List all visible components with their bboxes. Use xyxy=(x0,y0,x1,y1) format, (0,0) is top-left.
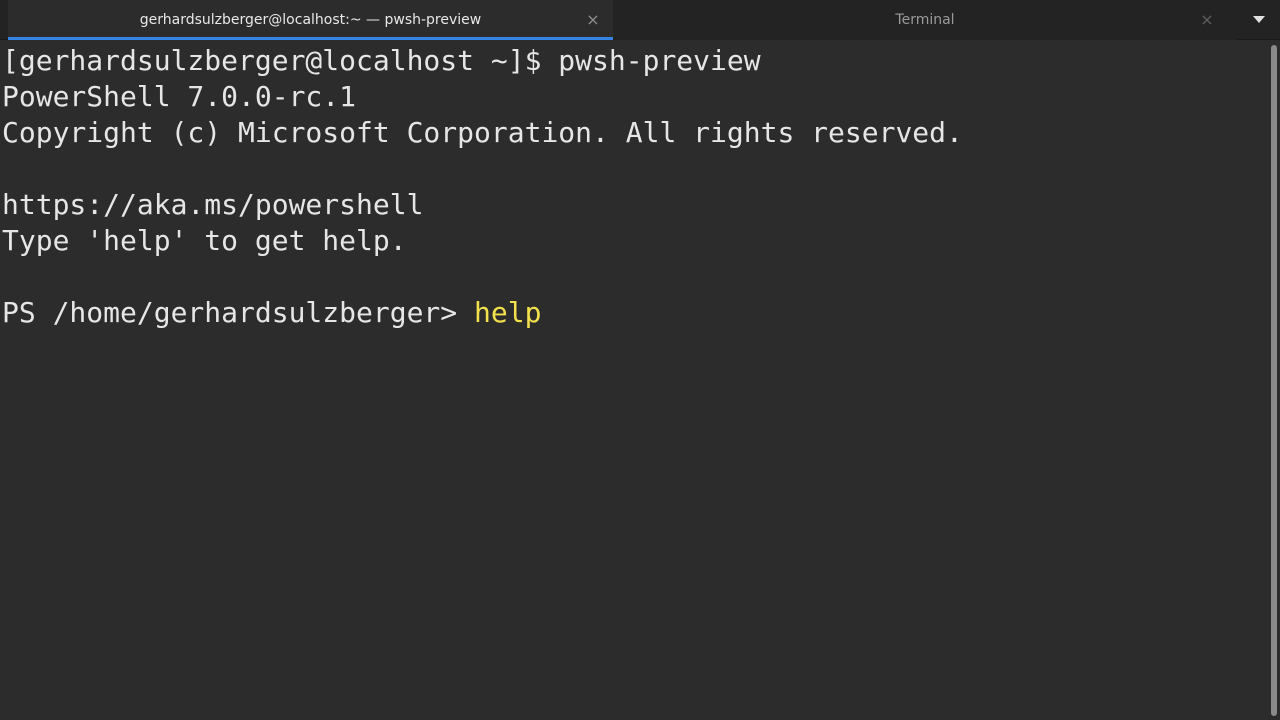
chevron-down-icon xyxy=(1253,16,1265,23)
close-icon[interactable]: × xyxy=(1197,10,1217,30)
tab-terminal[interactable]: Terminal × xyxy=(613,0,1237,40)
output-line: PowerShell 7.0.0-rc.1 xyxy=(2,80,357,113)
output-line: [gerhardsulzberger@localhost ~]$ pwsh-pr… xyxy=(2,44,761,77)
typed-command: help xyxy=(474,296,542,329)
close-icon[interactable]: × xyxy=(583,10,603,30)
tab-label: gerhardsulzberger@localhost:~ — pwsh-pre… xyxy=(139,12,482,28)
tab-menu-button[interactable] xyxy=(1244,10,1274,30)
scrollbar[interactable] xyxy=(1268,41,1280,720)
tab-label: Terminal xyxy=(895,12,955,28)
scrollbar-thumb[interactable] xyxy=(1271,45,1277,716)
output-line: Type 'help' to get help. xyxy=(2,224,407,257)
terminal-window: gerhardsulzberger@localhost:~ — pwsh-pre… xyxy=(0,0,1280,720)
output-line: https://aka.ms/powershell xyxy=(2,188,424,221)
tab-bar: gerhardsulzberger@localhost:~ — pwsh-pre… xyxy=(0,0,1280,40)
prompt-line: PS /home/gerhardsulzberger> help xyxy=(2,295,541,331)
tab-pwsh-preview[interactable]: gerhardsulzberger@localhost:~ — pwsh-pre… xyxy=(8,0,613,40)
shell-prompt: PS /home/gerhardsulzberger> xyxy=(2,296,475,329)
terminal-output[interactable]: [gerhardsulzberger@localhost ~]$ pwsh-pr… xyxy=(0,41,1268,720)
output-line: Copyright (c) Microsoft Corporation. All… xyxy=(2,116,963,149)
